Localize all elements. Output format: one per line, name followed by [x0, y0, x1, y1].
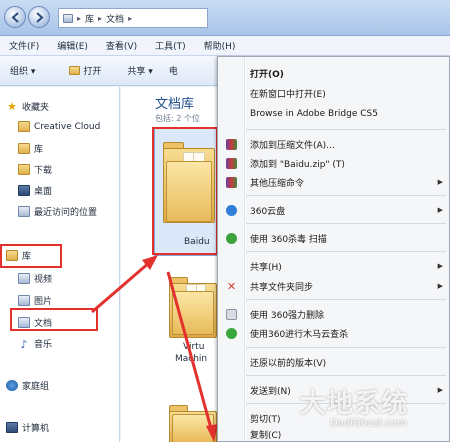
scan-icon	[226, 327, 237, 339]
delete-icon	[226, 308, 237, 320]
menu-item-add-baidu-zip[interactable]: 添加到 "Baidu.zip" (T)	[218, 154, 450, 172]
winrar-icon	[226, 138, 237, 150]
menu-item-label: 剪切(T)	[250, 414, 281, 425]
submenu-arrow-icon: ▶	[437, 386, 443, 394]
menu-item-restore-versions[interactable]: 还原以前的版本(V)	[218, 353, 450, 371]
menu-separator	[246, 223, 446, 224]
menu-item-open[interactable]: 打开(O)	[218, 64, 450, 82]
menu-item-share-sync[interactable]: ✕ 共享文件夹同步 ▶	[218, 277, 450, 295]
menu-item-360-cloud[interactable]: 360云盘 ▶	[218, 201, 450, 219]
menu-item-360-trojan-scan[interactable]: 使用360进行木马云查杀	[218, 324, 450, 342]
menu-item-label: 其他压缩命令	[250, 178, 305, 189]
watermark-brand: 大地系统	[300, 389, 409, 419]
menu-item-label: 添加到 "Baidu.zip" (T)	[250, 159, 345, 170]
cloud-icon	[226, 204, 237, 216]
watermark-site: DadiGhost.com	[330, 418, 407, 429]
menu-item-label: 在新窗口中打开(E)	[250, 89, 326, 100]
menu-item-label: 添加到压缩文件(A)...	[250, 140, 335, 151]
menu-item-share[interactable]: 共享(H) ▶	[218, 257, 450, 275]
menu-separator	[246, 375, 446, 376]
menu-item-browse-bridge[interactable]: Browse in Adobe Bridge CS5	[218, 105, 450, 123]
menu-item-label: 使用360进行木马云查杀	[250, 329, 349, 340]
annotation-arrow-to-menu	[166, 271, 214, 433]
submenu-arrow-icon: ▶	[437, 262, 443, 270]
menu-item-add-archive[interactable]: 添加到压缩文件(A)...	[218, 135, 450, 153]
submenu-arrow-icon: ▶	[437, 282, 443, 290]
menu-separator	[246, 347, 446, 348]
submenu-arrow-icon: ▶	[437, 206, 443, 214]
menu-item-label: 360云盘	[250, 206, 286, 217]
menu-item-label: 使用 360强力删除	[250, 310, 325, 321]
menu-item-label: 共享(H)	[250, 262, 282, 273]
submenu-arrow-icon: ▶	[437, 178, 443, 186]
menu-separator	[246, 299, 446, 300]
menu-item-360-antivirus[interactable]: 使用 360杀毒 扫描	[218, 229, 450, 247]
menu-item-open-new-window[interactable]: 在新窗口中打开(E)	[218, 84, 450, 102]
winrar-icon	[226, 157, 237, 169]
menu-separator	[246, 129, 446, 130]
menu-item-label: 使用 360杀毒 扫描	[250, 234, 327, 245]
sync-icon: ✕	[226, 279, 237, 293]
menu-separator	[246, 195, 446, 196]
menu-separator	[246, 251, 446, 252]
menu-item-360-force-delete[interactable]: 使用 360强力删除	[218, 305, 450, 323]
menu-item-label: 复制(C)	[250, 430, 282, 441]
shield-icon	[226, 232, 237, 244]
annotation-arrow-to-folder	[91, 260, 151, 314]
menu-item-label: 还原以前的版本(V)	[250, 358, 327, 369]
menu-item-label: 发送到(N)	[250, 386, 291, 397]
menu-item-label: 共享文件夹同步	[250, 282, 314, 293]
winrar-icon	[226, 176, 237, 188]
menu-item-label: 打开(O)	[250, 69, 284, 80]
menu-item-other-compress[interactable]: 其他压缩命令 ▶	[218, 173, 450, 191]
menu-item-label: Browse in Adobe Bridge CS5	[250, 109, 378, 119]
